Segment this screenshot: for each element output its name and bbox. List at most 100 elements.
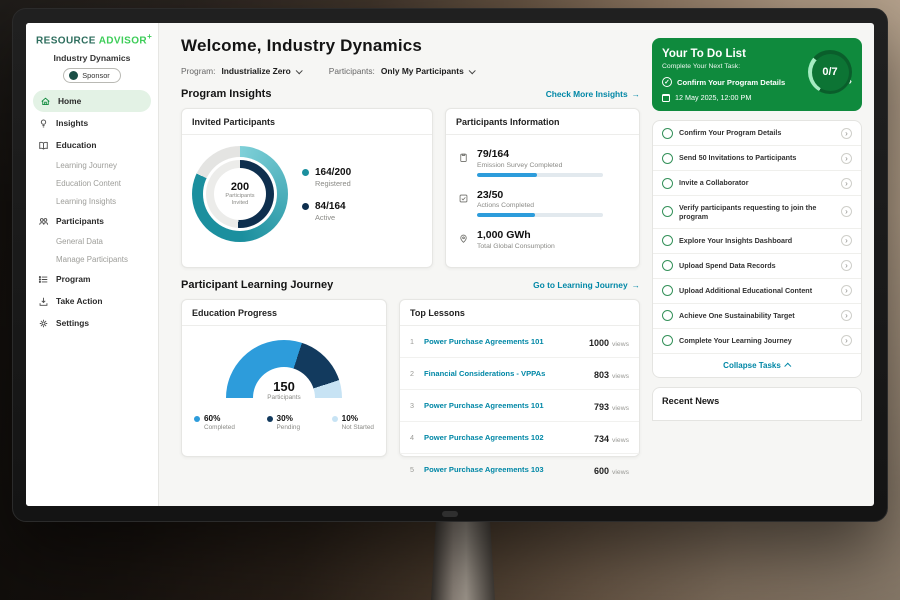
task-checkbox[interactable] (662, 310, 673, 321)
legend-value: 10% (342, 414, 374, 423)
donut-center-value: 200 (231, 181, 249, 193)
chevron-right-icon: › (841, 235, 852, 246)
chevron-up-icon (784, 362, 791, 369)
check-more-insights-link[interactable]: Check More Insights → (546, 89, 640, 99)
task-label: Upload Spend Data Records (679, 261, 835, 270)
stat-actions-completed: 23/50 Actions Completed (458, 183, 627, 224)
task-checkbox[interactable] (662, 335, 673, 346)
todo-progress-ring: 0/7 (808, 50, 852, 94)
progress-bar (477, 213, 603, 217)
lesson-views: 1000 (589, 338, 609, 348)
sidebar-item-general-data[interactable]: General Data (26, 232, 158, 250)
program-select-value: Industrialize Zero (221, 66, 290, 76)
lesson-row: 3 Power Purchase Agreements 101 793views (400, 390, 639, 422)
sidebar: RESOURCE ADVISOR+ Industry Dynamics Spon… (26, 23, 159, 506)
sidebar-item-education-content[interactable]: Education Content (26, 174, 158, 192)
card-title: Top Lessons (400, 300, 639, 326)
todo-card: Your To Do List Complete Your Next Task:… (652, 38, 862, 111)
sidebar-item-home[interactable]: Home (33, 90, 151, 112)
sidebar-item-label: Participants (56, 216, 104, 226)
lesson-link[interactable]: Power Purchase Agreements 101 (424, 401, 587, 410)
legend-label: Registered (315, 179, 351, 188)
task-item[interactable]: Confirm Your Program Details › (653, 121, 861, 146)
lesson-rank: 2 (410, 369, 417, 378)
program-filter-label: Program: (181, 66, 215, 76)
task-item[interactable]: Send 50 Invitations to Participants › (653, 146, 861, 171)
gauge-legend-completed: 60% Completed (194, 414, 235, 431)
sidebar-item-education[interactable]: Education (26, 134, 158, 156)
task-item[interactable]: Explore Your Insights Dashboard › (653, 229, 861, 254)
sidebar-item-label: Education (56, 140, 96, 150)
sidebar-item-insights[interactable]: Insights (26, 112, 158, 134)
task-checkbox[interactable] (662, 206, 673, 217)
lesson-link[interactable]: Financial Considerations - VPPAs (424, 369, 587, 378)
legend-label: Completed (204, 424, 235, 431)
task-label: Verify participants requesting to join t… (679, 203, 835, 222)
task-item[interactable]: Verify participants requesting to join t… (653, 196, 861, 229)
participants-select[interactable]: Only My Participants (381, 66, 474, 76)
legend-value: 30% (277, 414, 300, 423)
sidebar-item-manage-participants[interactable]: Manage Participants (26, 250, 158, 268)
arrow-right-icon: → (632, 89, 640, 99)
lesson-views: 600 (594, 466, 609, 476)
task-item[interactable]: Achieve One Sustainability Target › (653, 304, 861, 329)
task-label: Send 50 Invitations to Participants (679, 153, 835, 162)
task-checkbox[interactable] (662, 260, 673, 271)
invited-donut-chart: 200 Participants Invited (192, 146, 288, 242)
clipboard-icon (458, 150, 469, 161)
sidebar-item-participants[interactable]: Participants (26, 210, 158, 232)
lesson-link[interactable]: Power Purchase Agreements 103 (424, 465, 587, 474)
legend-value: 60% (204, 414, 235, 423)
monitor: RESOURCE ADVISOR+ Industry Dynamics Spon… (12, 8, 888, 522)
task-item[interactable]: Upload Additional Educational Content › (653, 279, 861, 304)
program-select[interactable]: Industrialize Zero (221, 66, 300, 76)
task-checkbox[interactable] (662, 128, 673, 139)
collapse-tasks-link[interactable]: Collapse Tasks (653, 354, 861, 377)
sidebar-item-learning-journey[interactable]: Learning Journey (26, 156, 158, 174)
task-checkbox[interactable] (662, 153, 673, 164)
legend-dot-active (302, 203, 309, 210)
sidebar-item-program[interactable]: Program (26, 268, 158, 290)
gauge-legend-dot-not-started (332, 416, 338, 422)
lesson-rank: 5 (410, 465, 417, 474)
chevron-right-icon: › (841, 285, 852, 296)
sponsor-badge-label: Sponsor (82, 71, 110, 80)
task-item[interactable]: Complete Your Learning Journey › (653, 329, 861, 354)
stat-value: 79/164 (477, 148, 603, 160)
right-panel: Your To Do List Complete Your Next Task:… (652, 23, 874, 506)
filter-bar: Program: Industrialize Zero Participants… (181, 66, 640, 76)
lesson-link[interactable]: Power Purchase Agreements 101 (424, 337, 582, 346)
sponsor-badge[interactable]: Sponsor (63, 68, 121, 83)
sidebar-item-settings[interactable]: Settings (26, 312, 158, 334)
lesson-link[interactable]: Power Purchase Agreements 102 (424, 433, 587, 442)
location-pin-icon (458, 231, 469, 242)
lesson-views-suffix: views (612, 373, 629, 380)
main-content: Welcome, Industry Dynamics Program: Indu… (159, 23, 652, 506)
task-checkbox[interactable] (662, 285, 673, 296)
collapse-tasks-label: Collapse Tasks (723, 361, 781, 370)
arrow-right-icon: → (632, 280, 640, 290)
recent-news-title: Recent News (662, 396, 852, 406)
legend-item-active: 84/164 Active (302, 201, 351, 222)
sidebar-item-take-action[interactable]: Take Action (26, 290, 158, 312)
lesson-views-suffix: views (612, 341, 629, 348)
task-label: Achieve One Sustainability Target (679, 311, 835, 320)
lesson-row: 1 Power Purchase Agreements 101 1000view… (400, 326, 639, 358)
go-to-learning-journey-link[interactable]: Go to Learning Journey → (533, 280, 640, 290)
link-label: Check More Insights (546, 89, 628, 99)
section-title: Participant Learning Journey (181, 279, 333, 291)
education-icon (38, 140, 49, 151)
logo-plus: + (147, 32, 152, 41)
task-checkbox[interactable] (662, 178, 673, 189)
card-title: Invited Participants (182, 109, 432, 135)
task-item[interactable]: Upload Spend Data Records › (653, 254, 861, 279)
gauge-legend: 60% Completed 30% Pending (192, 414, 376, 431)
sponsor-icon (69, 71, 78, 80)
program-list-icon (38, 274, 49, 285)
monitor-logo (442, 511, 458, 517)
sidebar-item-learning-insights[interactable]: Learning Insights (26, 192, 158, 210)
task-item[interactable]: Invite a Collaborator › (653, 171, 861, 196)
task-checkbox[interactable] (662, 235, 673, 246)
sidebar-item-label: Insights (56, 118, 88, 128)
app-logo: RESOURCE ADVISOR+ (26, 32, 158, 50)
